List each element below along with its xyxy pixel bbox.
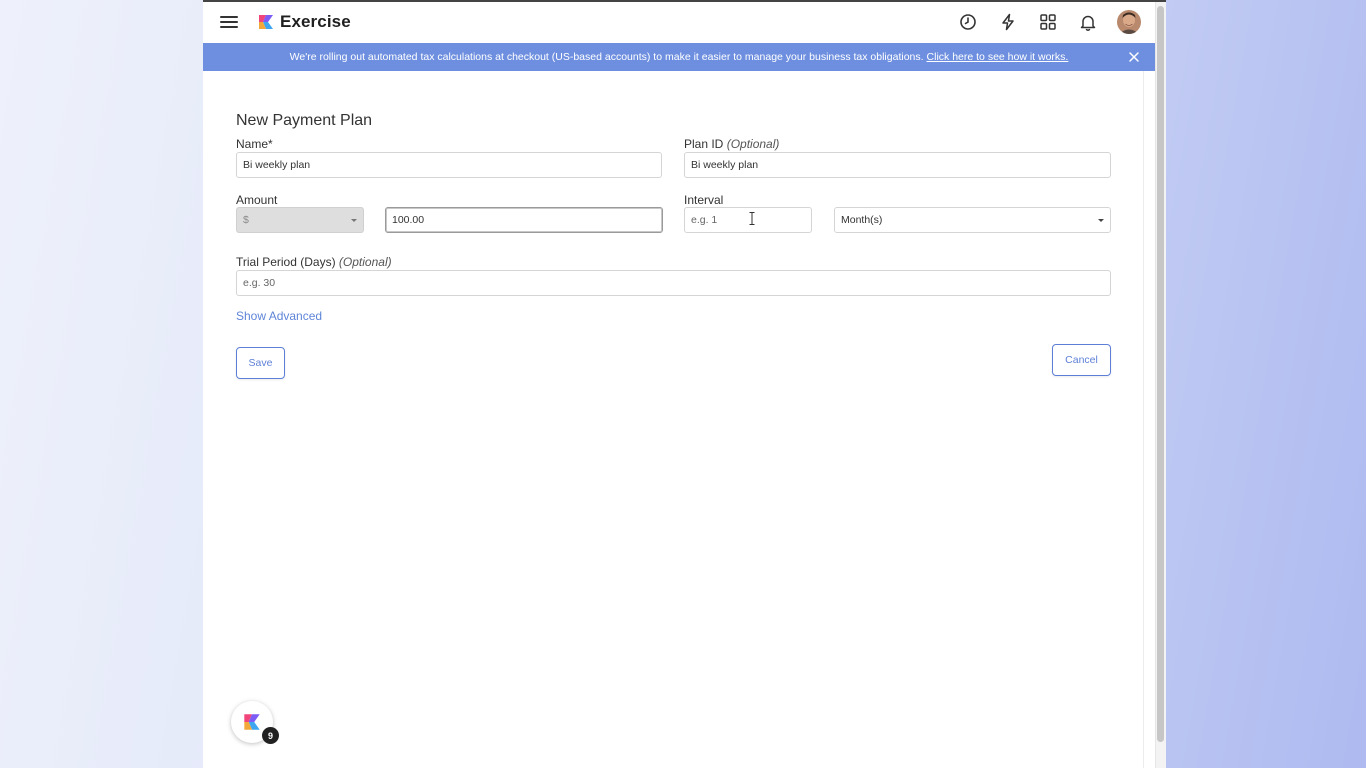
chevron-down-icon [1098,219,1104,222]
plan-id-input[interactable] [684,152,1111,178]
interval-label: Interval [684,193,724,207]
trial-period-label: Trial Period (Days) (Optional) [236,255,392,269]
plan-id-label: Plan ID (Optional) [684,137,780,151]
scrollbar-thumb[interactable] [1157,6,1164,742]
bell-icon[interactable] [1077,11,1099,33]
top-bar: Exercise [203,2,1155,42]
currency-select[interactable]: $ [236,207,364,233]
avatar[interactable] [1117,10,1141,34]
banner-link[interactable]: Click here to see how it works. [927,51,1069,63]
announcement-banner: We're rolling out automated tax calculat… [203,43,1155,71]
notification-count-badge: 9 [262,727,279,744]
amount-input[interactable] [385,207,663,233]
text-cursor-icon [749,212,755,225]
menu-icon[interactable] [220,13,238,29]
trial-period-input[interactable] [236,270,1111,296]
clock-icon[interactable] [957,11,979,33]
content-divider [1143,71,1144,768]
app-logo-icon [244,714,260,730]
app-title: Exercise [280,12,351,31]
save-button[interactable]: Save [236,347,285,379]
apps-grid-icon[interactable] [1037,11,1059,33]
interval-input[interactable] [684,207,812,233]
cancel-button[interactable]: Cancel [1052,344,1111,376]
chevron-down-icon [351,219,357,222]
show-advanced-link[interactable]: Show Advanced [236,309,322,323]
lightning-icon[interactable] [997,11,1019,33]
interval-unit-select[interactable]: Month(s) [834,207,1111,233]
close-icon[interactable] [1127,50,1141,64]
page-title: New Payment Plan [236,112,373,129]
app-window: Exercise We're rolling out automated tax… [203,0,1166,768]
amount-label: Amount [236,193,278,207]
name-input[interactable] [236,152,662,178]
name-label: Name* [236,137,273,151]
app-logo [259,15,273,29]
banner-text: We're rolling out automated tax calculat… [289,51,924,63]
